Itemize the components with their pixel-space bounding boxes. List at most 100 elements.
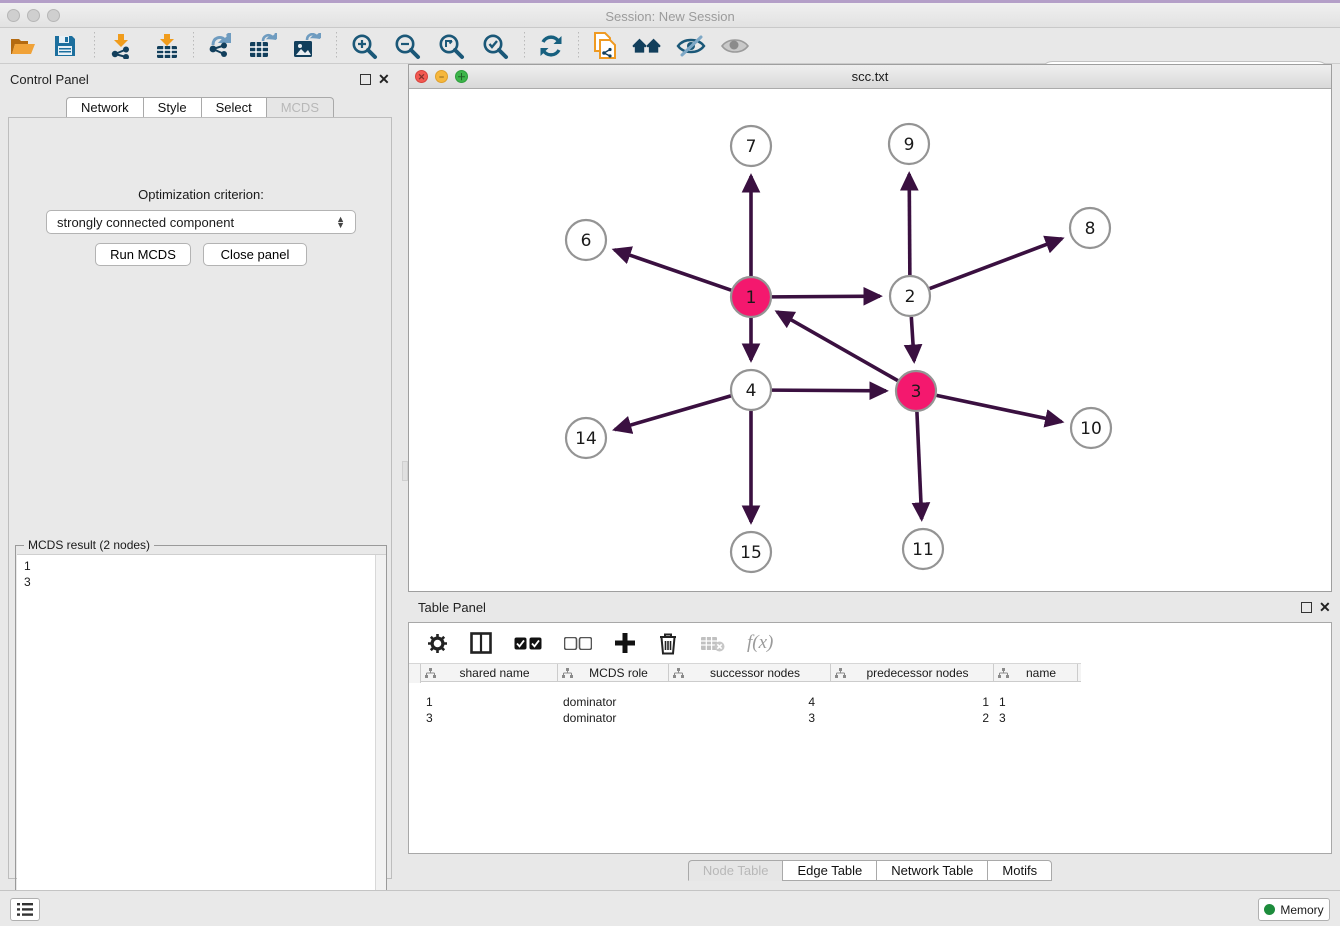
toolbar-separator [193,32,194,60]
network-node-9[interactable]: 9 [889,124,929,164]
table-row[interactable]: 1dominator411 [409,695,1331,711]
hierarchy-icon [425,668,436,678]
table-cell[interactable]: 1 [421,695,558,711]
table-cell[interactable]: 1 [831,695,994,711]
zoom-in-icon[interactable] [349,31,379,61]
svg-text:9: 9 [904,135,915,155]
network-edge-3-11[interactable] [917,412,922,519]
run-mcds-button[interactable]: Run MCDS [95,243,191,266]
network-node-14[interactable]: 14 [566,418,606,458]
tab-network-table[interactable]: Network Table [876,860,987,881]
column-header-successor-nodes[interactable]: successor nodes [669,664,831,681]
close-panel-icon[interactable]: ✕ [378,71,390,88]
export-network-icon[interactable] [205,31,235,61]
home-neighbors-icon[interactable] [632,31,662,61]
delete-table-icon[interactable] [700,635,725,652]
network-node-1[interactable]: 1 [731,277,771,317]
network-edge-1-6[interactable] [614,250,731,290]
network-canvas[interactable]: 7 9 6 8 1 2 4 3 14 10 15 11 [409,89,1331,591]
result-scrollbar[interactable] [375,555,386,919]
close-panel-button[interactable]: Close panel [203,243,307,266]
refresh-layout-icon[interactable] [536,31,566,61]
result-item: 1 [24,558,386,574]
network-edge-3-1[interactable] [777,312,898,381]
column-header-MCDS-role[interactable]: MCDS role [558,664,669,681]
splitter-handle[interactable] [402,461,408,481]
control-panel-tabs: NetworkStyleSelectMCDS [0,97,400,118]
float-panel-icon[interactable] [1301,602,1312,613]
main-toolbar [0,28,1340,64]
table-cell[interactable]: dominator [558,711,669,727]
close-panel-icon[interactable]: ✕ [1319,599,1331,616]
task-history-button[interactable] [10,898,40,921]
column-header-shared-name[interactable]: shared name [421,664,558,681]
tab-select[interactable]: Select [201,97,266,118]
export-image-icon[interactable] [292,31,322,61]
select-all-checkboxes-icon[interactable] [514,637,542,650]
toolbar-separator [94,32,95,60]
network-edge-2-8[interactable] [930,239,1062,289]
function-builder-icon[interactable]: f(x) [747,632,773,654]
export-table-icon[interactable] [248,31,278,61]
criterion-select[interactable]: strongly connected component ▲▼ [46,210,356,234]
table-row[interactable]: 3dominator323 [409,711,1331,727]
hierarchy-icon [998,668,1009,678]
column-header-predecessor-nodes[interactable]: predecessor nodes [831,664,994,681]
network-node-10[interactable]: 10 [1071,408,1111,448]
network-node-11[interactable]: 11 [903,529,943,569]
network-node-15[interactable]: 15 [731,532,771,572]
network-node-7[interactable]: 7 [731,126,771,166]
network-edge-2-9[interactable] [909,174,910,275]
toolbar-separator [578,32,579,60]
tab-mcds[interactable]: MCDS [266,97,334,118]
float-panel-icon[interactable] [360,74,371,85]
tab-node-table[interactable]: Node Table [688,860,783,881]
open-session-icon[interactable] [8,31,38,61]
network-node-3[interactable]: 3 [896,371,936,411]
table-cell[interactable]: 2 [831,711,994,727]
svg-text:8: 8 [1085,219,1096,239]
delete-column-icon[interactable] [658,632,678,655]
table-gutter [409,664,421,683]
import-network-icon[interactable] [106,31,136,61]
network-node-6[interactable]: 6 [566,220,606,260]
clone-network-icon[interactable] [590,31,620,61]
network-window-titlebar[interactable]: ✕ − ＋ scc.txt [409,65,1331,89]
column-header-name[interactable]: name [994,664,1078,681]
zoom-fit-icon[interactable] [436,31,466,61]
network-edge-4-14[interactable] [615,396,731,430]
deselect-all-checkboxes-icon[interactable] [564,637,592,650]
network-edge-3-10[interactable] [937,395,1062,421]
network-edge-1-2[interactable] [772,296,880,297]
memory-button[interactable]: Memory [1258,898,1330,921]
table-cell[interactable]: 4 [669,695,831,711]
columns-icon[interactable] [470,632,492,654]
tab-style[interactable]: Style [143,97,201,118]
hide-eye-icon[interactable] [676,31,706,61]
show-eye-icon[interactable] [720,31,750,61]
svg-text:11: 11 [912,540,934,560]
import-table-icon[interactable] [152,31,182,61]
network-node-8[interactable]: 8 [1070,208,1110,248]
table-cell[interactable]: 3 [421,711,558,727]
network-node-4[interactable]: 4 [731,370,771,410]
table-cell[interactable]: 3 [994,711,1078,727]
select-stepper-icon: ▲▼ [336,216,345,228]
gear-icon[interactable] [427,633,448,654]
table-cell[interactable]: dominator [558,695,669,711]
table-cell[interactable]: 1 [994,695,1078,711]
network-edge-2-3[interactable] [911,317,914,361]
add-column-icon[interactable] [614,632,636,654]
tab-edge-table[interactable]: Edge Table [782,860,876,881]
status-bar: Memory [0,890,1340,926]
zoom-out-icon[interactable] [392,31,422,61]
zoom-selected-icon[interactable] [480,31,510,61]
table-cell[interactable]: 3 [669,711,831,727]
network-edge-4-3[interactable] [772,390,886,391]
tab-motifs[interactable]: Motifs [987,860,1052,881]
tab-network[interactable]: Network [66,97,143,118]
save-session-icon[interactable] [50,31,80,61]
window-titlebar[interactable]: Session: New Session [0,3,1340,28]
network-view-window: ✕ − ＋ scc.txt 7 9 6 8 1 2 4 3 14 10 15 11 [408,64,1332,592]
network-node-2[interactable]: 2 [890,276,930,316]
